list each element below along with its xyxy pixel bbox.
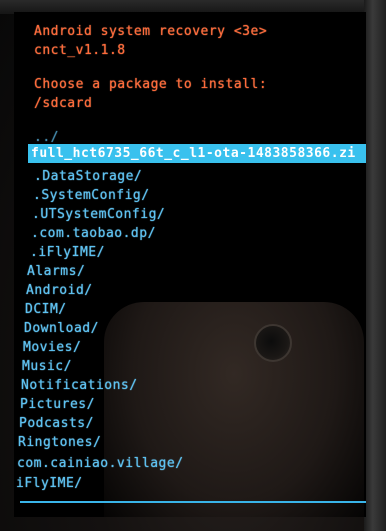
file-list-item[interactable]: .UTSystemConfig/ — [32, 205, 165, 224]
file-list-item[interactable]: Notifications/ — [21, 376, 138, 395]
file-list-item[interactable]: Android/ — [26, 281, 93, 300]
file-list-item[interactable]: Podcasts/ — [19, 414, 94, 433]
camera-lens-reflection — [254, 324, 292, 362]
file-list-item[interactable]: Music/ — [22, 357, 72, 376]
file-list-item[interactable]: com.cainiao.village/ — [17, 454, 184, 473]
file-list-item[interactable]: .iFlyIME/ — [30, 243, 105, 262]
file-list-item[interactable]: Ringtones/ — [18, 433, 101, 452]
file-list-item[interactable]: Pictures/ — [20, 395, 95, 414]
file-list-item[interactable]: .DataStorage/ — [34, 167, 142, 186]
bottom-divider — [20, 501, 366, 503]
file-list-item[interactable]: Movies/ — [23, 338, 81, 357]
file-list-item[interactable]: Alarms/ — [27, 262, 85, 281]
recovery-screen: Android system recovery <3e> cnct_v1.1.8… — [14, 12, 366, 517]
install-prompt: Choose a package to install: — [34, 77, 268, 92]
recovery-title: Android system recovery <3e> — [34, 24, 268, 39]
file-list-item[interactable]: iFlyIME/ — [16, 474, 83, 493]
selected-package-item[interactable]: full_hct6735_66t_c_l1-ota-1483858366.zi — [31, 144, 356, 163]
device-bezel-right — [364, 0, 386, 531]
current-path: /sdcard — [34, 96, 93, 111]
photo-background: Android system recovery <3e> cnct_v1.1.8… — [0, 0, 386, 531]
file-list-item[interactable]: .com.taobao.dp/ — [31, 224, 156, 243]
file-list-item[interactable]: Download/ — [24, 319, 99, 338]
file-list-item[interactable]: DCIM/ — [25, 300, 67, 319]
recovery-version: cnct_v1.1.8 — [34, 43, 126, 58]
file-list-item[interactable]: .SystemConfig/ — [33, 186, 150, 205]
phone-reflection — [104, 302, 364, 517]
